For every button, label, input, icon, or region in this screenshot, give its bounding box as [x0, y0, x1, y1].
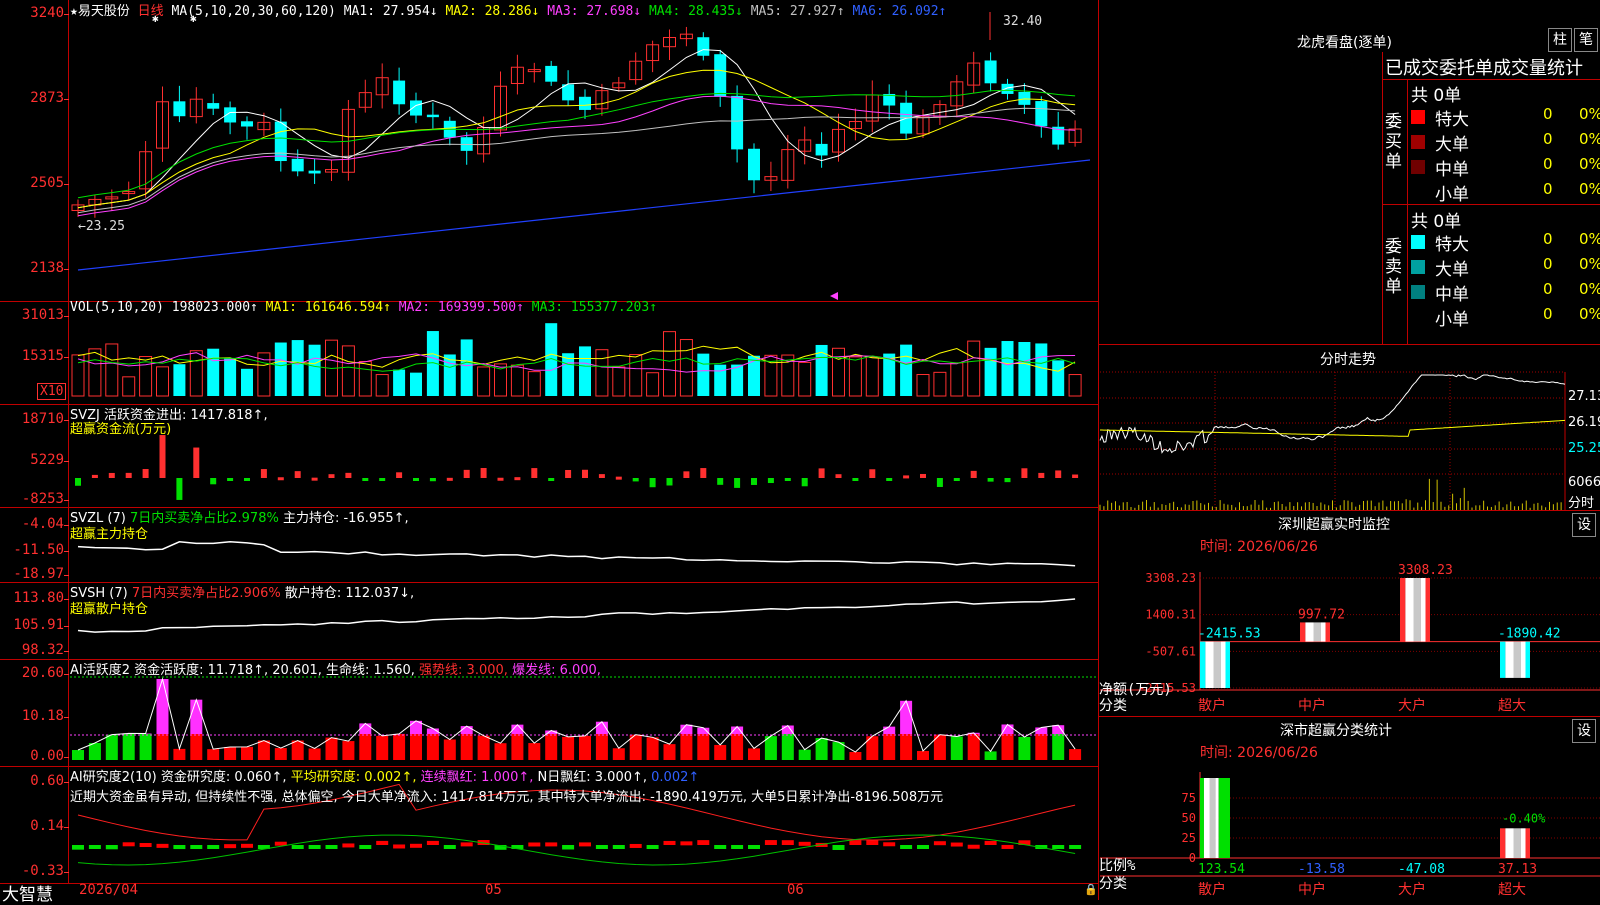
bar-stripe: [1505, 828, 1513, 858]
class-bar: [1200, 778, 1222, 858]
bar-stripe: [1200, 642, 1205, 688]
monitor-bar: [1300, 622, 1330, 641]
monitor-category: 超大: [1498, 698, 1526, 714]
bar-stripe: [1200, 778, 1204, 858]
class-y-tick: 50: [1182, 811, 1196, 825]
monitor-y-tick: 3308.23: [1145, 571, 1196, 585]
monitor-ylabel: 净额(万元): [1099, 682, 1172, 698]
bar-stripe: [1219, 778, 1222, 858]
bar-stripe: [1526, 642, 1531, 678]
class-bar: [1500, 828, 1530, 858]
monitor-y-tick: -507.61: [1145, 644, 1196, 658]
bar-stripe: [1421, 578, 1426, 642]
class-value-label: -47.08: [1398, 862, 1445, 877]
class-value-label: 37.13: [1498, 862, 1537, 877]
monitor-value-label: 997.72: [1298, 607, 1345, 622]
monitor-bar: [1500, 642, 1530, 678]
class-xlabel: 分类: [1099, 876, 1127, 892]
bar-stripe: [1326, 622, 1331, 641]
bar-stripe: [1405, 578, 1413, 642]
class-category: 大户: [1398, 881, 1426, 898]
bar-stripe: [1205, 642, 1213, 688]
bar-stripe: [1221, 642, 1226, 688]
monitor-category: 散户: [1198, 697, 1226, 714]
monitor-category: 中户: [1298, 697, 1326, 714]
class-bar-edge: [1222, 778, 1230, 858]
bar-stripe: [1210, 778, 1216, 858]
bar-stripe: [1514, 642, 1522, 678]
bar-stripe: [1300, 622, 1305, 641]
class-category: 中户: [1298, 881, 1326, 898]
class-category: 散户: [1198, 881, 1226, 898]
monitor-bar: [1200, 642, 1230, 688]
bar-stripe: [1521, 828, 1526, 858]
monitor-bar: [1400, 578, 1430, 642]
class-value-label: -13.58: [1298, 862, 1345, 877]
class-value-label: 123.54: [1198, 862, 1245, 877]
bar-stripe: [1305, 622, 1313, 641]
bar-stripe: [1514, 828, 1522, 858]
classification-charts: 3308.231400.31-507.61-2415.53-2415.53997…: [0, 0, 1600, 900]
bar-stripe: [1526, 828, 1531, 858]
bar-stripe: [1521, 642, 1526, 678]
monitor-value-label: -1890.42: [1498, 627, 1561, 642]
class-y-tick: 75: [1182, 791, 1196, 805]
monitor-value-label: 3308.23: [1398, 563, 1453, 578]
class-category: 超大: [1498, 882, 1526, 898]
class-ylabel: 比例%: [1099, 858, 1136, 874]
bar-stripe: [1400, 578, 1405, 642]
bar-stripe: [1500, 828, 1505, 858]
monitor-category: 大户: [1398, 697, 1426, 714]
bar-stripe: [1414, 578, 1422, 642]
bar-stripe: [1500, 642, 1505, 678]
class-extra-label: -0.40%: [1502, 811, 1546, 825]
bar-stripe: [1226, 642, 1231, 688]
bar-stripe: [1215, 778, 1218, 858]
bar-stripe: [1426, 578, 1431, 642]
bar-stripe: [1321, 622, 1326, 641]
bar-stripe: [1505, 642, 1513, 678]
bar-stripe: [1214, 642, 1222, 688]
monitor-xlabel: 分类: [1099, 698, 1127, 714]
bar-stripe: [1314, 622, 1322, 641]
bar-stripe: [1204, 778, 1210, 858]
class-y-tick: 25: [1182, 831, 1196, 845]
monitor-value-label: -2415.53: [1198, 627, 1261, 642]
monitor-y-tick: 1400.31: [1145, 608, 1196, 622]
